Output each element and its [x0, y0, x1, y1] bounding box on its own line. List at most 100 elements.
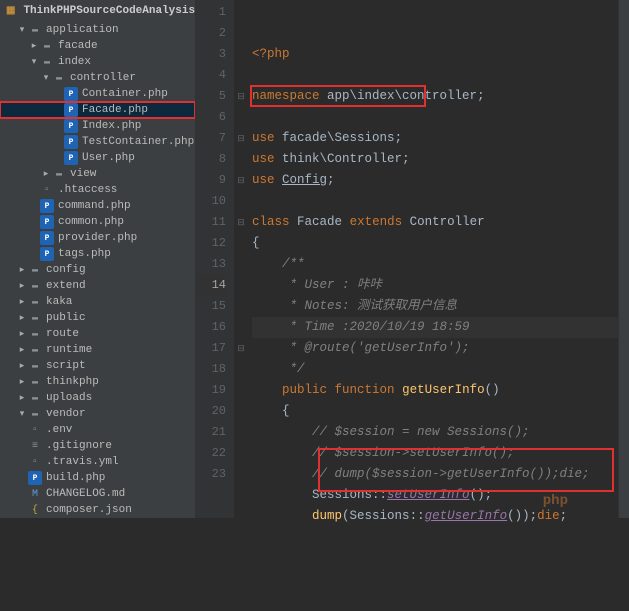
- tree-label: route: [46, 328, 79, 340]
- md-icon: M: [28, 487, 42, 501]
- tree-item[interactable]: ▬uploads: [0, 390, 195, 406]
- code-line[interactable]: // dump($session->getUserInfo());die;: [252, 464, 618, 485]
- tree-item[interactable]: PIndex.php: [0, 118, 195, 134]
- code-line[interactable]: [252, 191, 618, 212]
- code-line[interactable]: use facade\Sessions;: [252, 128, 618, 149]
- expand-arrow[interactable]: [16, 297, 28, 307]
- line-number: 6: [196, 107, 226, 128]
- fold-marker: [234, 44, 248, 65]
- code-line[interactable]: namespace app\index\controller;: [252, 86, 618, 107]
- code-line[interactable]: public function getUserInfo(): [252, 380, 618, 401]
- expand-arrow[interactable]: [16, 361, 28, 371]
- tree-item[interactable]: Ptags.php: [0, 246, 195, 262]
- tree-item[interactable]: PFacade.php: [0, 102, 195, 118]
- code-line[interactable]: */: [252, 359, 618, 380]
- expand-arrow[interactable]: [16, 377, 28, 387]
- tree-item[interactable]: ▫.htaccess: [0, 182, 195, 198]
- expand-arrow[interactable]: [40, 169, 52, 179]
- code-line[interactable]: * User : 咔咔: [252, 275, 618, 296]
- code-line[interactable]: // $session->setUserInfo();: [252, 443, 618, 464]
- expand-arrow[interactable]: [16, 409, 28, 419]
- tree-item[interactable]: ▬index: [0, 54, 195, 70]
- tree-item[interactable]: ▫.env: [0, 422, 195, 438]
- code-area[interactable]: <?php namespace app\index\controller; use …: [248, 0, 618, 518]
- tree-label: extend: [46, 280, 86, 292]
- tree-item[interactable]: ▬view: [0, 166, 195, 182]
- expand-arrow[interactable]: [16, 329, 28, 339]
- expand-arrow[interactable]: [28, 41, 40, 51]
- php-icon: P: [64, 87, 78, 101]
- code-line[interactable]: * @route('getUserInfo');: [252, 338, 618, 359]
- expand-arrow[interactable]: [16, 345, 28, 355]
- tree-item[interactable]: ▬thinkphp: [0, 374, 195, 390]
- tree-item[interactable]: ▬public: [0, 310, 195, 326]
- code-line[interactable]: <?php: [252, 44, 618, 65]
- fold-marker[interactable]: ⊟: [234, 170, 248, 191]
- line-number: 11: [196, 212, 226, 233]
- code-editor[interactable]: 1234567891011121314151617181920212223 ⊟⊟…: [196, 0, 629, 518]
- tree-item[interactable]: Pprovider.php: [0, 230, 195, 246]
- code-line[interactable]: class Facade extends Controller: [252, 212, 618, 233]
- code-line[interactable]: {: [252, 401, 618, 422]
- tree-item[interactable]: ≡.gitignore: [0, 438, 195, 454]
- tree-label: controller: [70, 72, 136, 84]
- tree-item[interactable]: ▫.travis.yml: [0, 454, 195, 470]
- project-header[interactable]: ▦ ThinkPHPSourceCodeAnalysis D:\phpstudy…: [0, 0, 195, 22]
- code-line[interactable]: [252, 65, 618, 86]
- tree-item[interactable]: ▬config: [0, 262, 195, 278]
- expand-arrow[interactable]: [16, 393, 28, 403]
- tree-label: .env: [46, 424, 72, 436]
- expand-arrow[interactable]: [16, 313, 28, 323]
- expand-arrow[interactable]: [16, 25, 28, 35]
- tree-item[interactable]: ▬facade: [0, 38, 195, 54]
- tree-label: .gitignore: [46, 440, 112, 452]
- expand-arrow[interactable]: [16, 281, 28, 291]
- tree-item[interactable]: ▬extend: [0, 278, 195, 294]
- tree-item[interactable]: P Container.php: [0, 86, 195, 102]
- code-line[interactable]: [252, 107, 618, 128]
- project-tree[interactable]: ▬application▬facade▬index▬controllerP Con…: [0, 22, 195, 518]
- tree-label: Container.php: [82, 88, 168, 100]
- line-number: 7: [196, 128, 226, 149]
- fold-marker[interactable]: ⊟: [234, 86, 248, 107]
- expand-arrow[interactable]: [16, 265, 28, 275]
- fold-marker: [234, 2, 248, 23]
- tree-label: public: [46, 312, 86, 324]
- fold-marker: [234, 359, 248, 380]
- expand-arrow[interactable]: [28, 57, 40, 67]
- tree-item[interactable]: Pbuild.php: [0, 470, 195, 486]
- tree-item[interactable]: ▬route: [0, 326, 195, 342]
- code-line[interactable]: * Notes: 测试获取用户信息: [252, 296, 618, 317]
- tree-label: composer.json: [46, 504, 132, 516]
- code-line[interactable]: Sessions::setUserInfo();: [252, 485, 618, 506]
- line-number: 19: [196, 380, 226, 401]
- tree-item[interactable]: MCHANGELOG.md: [0, 486, 195, 502]
- tree-item[interactable]: ▬script: [0, 358, 195, 374]
- tree-item[interactable]: ▬kaka: [0, 294, 195, 310]
- code-line[interactable]: // $session = new Sessions();: [252, 422, 618, 443]
- tree-label: view: [70, 168, 96, 180]
- fold-marker[interactable]: ⊟: [234, 338, 248, 359]
- code-line[interactable]: * Time :2020/10/19 18:59: [252, 317, 618, 338]
- fold-column[interactable]: ⊟ ⊟ ⊟ ⊟ ⊟: [234, 0, 248, 518]
- tree-item[interactable]: ▬application: [0, 22, 195, 38]
- tree-item[interactable]: PUser.php: [0, 150, 195, 166]
- tree-item[interactable]: ▬vendor: [0, 406, 195, 422]
- code-line[interactable]: dump(Sessions::getUserInfo());die;: [252, 506, 618, 527]
- line-number: 3: [196, 44, 226, 65]
- vertical-scrollbar[interactable]: [618, 0, 629, 518]
- fold-marker: [234, 296, 248, 317]
- tree-item[interactable]: Pcommand.php: [0, 198, 195, 214]
- tree-item[interactable]: {composer.json: [0, 502, 195, 518]
- fold-marker[interactable]: ⊟: [234, 212, 248, 233]
- tree-item[interactable]: Pcommon.php: [0, 214, 195, 230]
- code-line[interactable]: /**: [252, 254, 618, 275]
- code-line[interactable]: {: [252, 233, 618, 254]
- expand-arrow[interactable]: [40, 73, 52, 83]
- code-line[interactable]: use think\Controller;: [252, 149, 618, 170]
- code-line[interactable]: use Config;: [252, 170, 618, 191]
- tree-item[interactable]: ▬controller: [0, 70, 195, 86]
- tree-item[interactable]: PTestContainer.php: [0, 134, 195, 150]
- tree-item[interactable]: ▬runtime: [0, 342, 195, 358]
- fold-marker[interactable]: ⊟: [234, 128, 248, 149]
